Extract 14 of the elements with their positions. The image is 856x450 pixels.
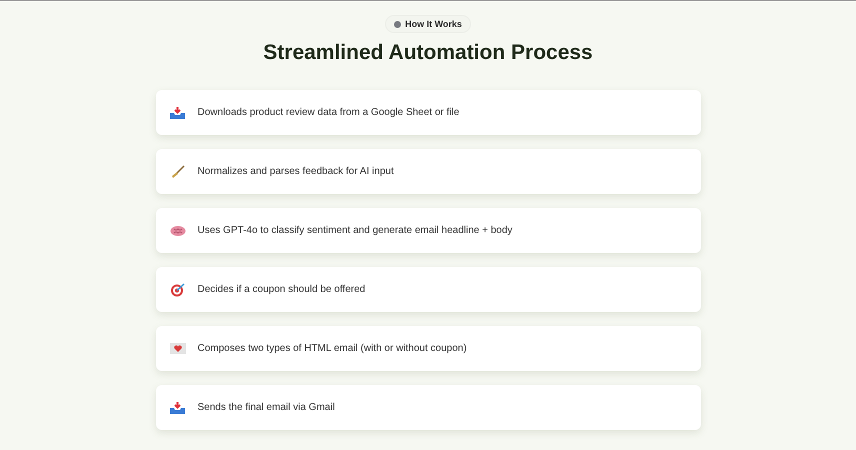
inbox-tray-icon — [170, 106, 185, 118]
inbox-tray-icon — [170, 402, 185, 414]
step-text: Decides if a coupon should be offered — [198, 284, 366, 295]
step-text: Downloads product review data from a Google Sheet or file — [198, 107, 460, 118]
section-label: How It Works — [405, 19, 462, 29]
target-icon — [170, 282, 186, 297]
brain-icon — [170, 224, 186, 236]
broom-icon — [170, 164, 185, 178]
step-text: Composes two types of HTML email (with or without coupon) — [198, 343, 467, 354]
step-text: Normalizes and parses feedback for AI input — [198, 166, 394, 177]
step-text: Uses GPT-4o to classify sentiment and generate email headline + body — [198, 225, 512, 236]
step-text: Sends the final email via Gmail — [198, 402, 335, 413]
dot-icon — [394, 20, 402, 28]
page-title: Streamlined Automation Process — [263, 41, 593, 65]
